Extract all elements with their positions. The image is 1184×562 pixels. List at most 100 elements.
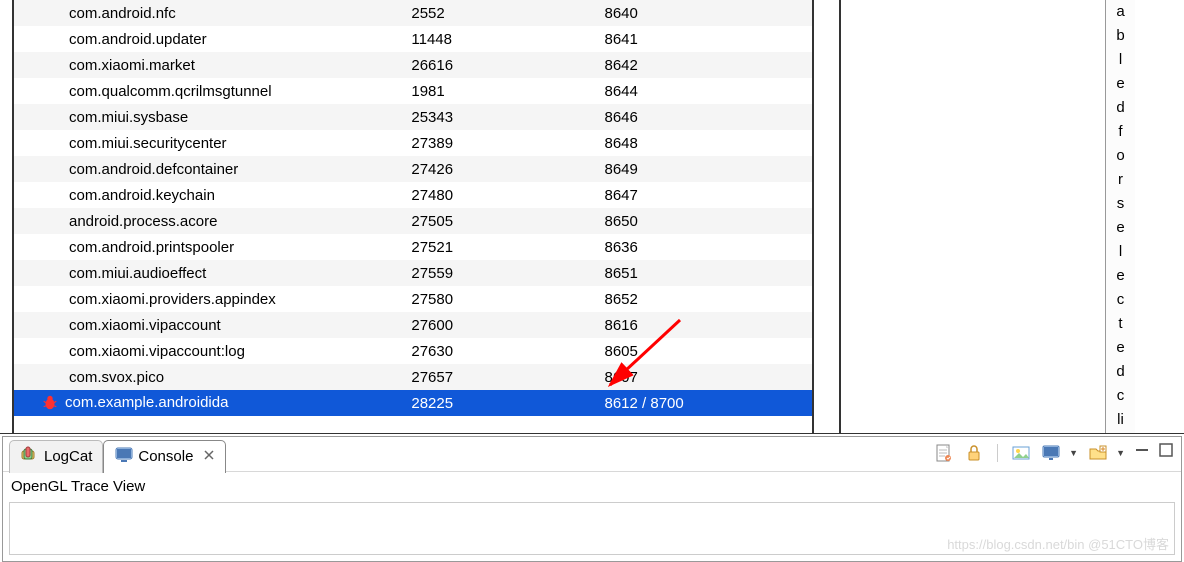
process-pid: 27657 bbox=[405, 364, 517, 390]
process-name: com.miui.securitycenter bbox=[69, 135, 227, 152]
process-name-cell: android.process.acore bbox=[14, 208, 405, 234]
process-port: 8607 bbox=[599, 364, 813, 390]
process-empty-cell bbox=[517, 312, 598, 338]
table-row[interactable]: com.android.nfc25528640 bbox=[14, 0, 812, 26]
console-content[interactable] bbox=[9, 502, 1175, 555]
process-name-cell: com.qualcomm.qcrilmsgtunnel bbox=[14, 78, 405, 104]
vertical-text-char: c bbox=[1106, 384, 1135, 408]
process-name: com.xiaomi.vipaccount:log bbox=[69, 343, 245, 360]
process-empty-cell bbox=[517, 52, 598, 78]
process-table[interactable]: com.android.nfc25528640com.android.updat… bbox=[14, 0, 812, 416]
right-vertical-label: abledforselectedclie bbox=[1105, 0, 1135, 433]
dropdown-caret-icon[interactable]: ▼ bbox=[1069, 448, 1078, 458]
vertical-text-char: e bbox=[1106, 336, 1135, 360]
process-empty-cell bbox=[517, 208, 598, 234]
table-row[interactable]: com.miui.securitycenter 27389 8648 bbox=[14, 130, 812, 156]
vertical-text-char: e bbox=[1106, 72, 1135, 96]
lock-icon[interactable] bbox=[964, 443, 984, 463]
process-port: 8647 bbox=[599, 182, 813, 208]
process-empty-cell bbox=[517, 104, 598, 130]
minimize-icon[interactable] bbox=[1135, 443, 1149, 463]
bug-icon bbox=[41, 394, 59, 412]
process-port: 8652 bbox=[599, 286, 813, 312]
table-row[interactable]: com.android.defcontainer274268649 bbox=[14, 156, 812, 182]
new-folder-icon[interactable] bbox=[1088, 443, 1108, 463]
picture-icon[interactable] bbox=[1011, 443, 1031, 463]
process-empty-cell bbox=[517, 286, 598, 312]
process-empty-cell bbox=[517, 338, 598, 364]
table-row[interactable]: com.xiaomi.providers.appindex275808652 bbox=[14, 286, 812, 312]
table-row[interactable]: android.process.acore27505 8650 bbox=[14, 208, 812, 234]
process-port: 8612 / 8700 bbox=[599, 390, 813, 416]
process-pid: 27630 bbox=[405, 338, 517, 364]
process-pid: 26616 bbox=[405, 52, 517, 78]
process-name: com.xiaomi.vipaccount bbox=[69, 317, 221, 334]
process-name-cell: com.xiaomi.market bbox=[14, 52, 405, 78]
process-port: 8640 bbox=[599, 0, 813, 26]
monitor-icon[interactable] bbox=[1041, 443, 1061, 463]
process-empty-cell bbox=[517, 390, 598, 416]
table-row[interactable]: com.miui.sysbase253438646 bbox=[14, 104, 812, 130]
process-name: com.miui.audioeffect bbox=[69, 265, 206, 282]
vertical-text-char: a bbox=[1106, 0, 1135, 24]
table-row[interactable]: com.svox.pico276578607 bbox=[14, 364, 812, 390]
vertical-text-char: li bbox=[1106, 408, 1135, 432]
bottom-panel: LogCat Console bbox=[2, 436, 1182, 562]
table-row[interactable]: com.android.keychain274808647 bbox=[14, 182, 812, 208]
tabs-bar: LogCat Console bbox=[3, 437, 1181, 471]
maximize-icon[interactable] bbox=[1159, 443, 1173, 463]
process-port: 8650 bbox=[599, 208, 813, 234]
process-name-cell: com.miui.audioeffect bbox=[14, 260, 405, 286]
process-name-cell: com.xiaomi.vipaccount bbox=[14, 312, 405, 338]
vertical-text-char: d bbox=[1106, 96, 1135, 120]
table-row[interactable]: com.xiaomi.market 26616 8642 bbox=[14, 52, 812, 78]
process-port: 8646 bbox=[599, 104, 813, 130]
process-table-pane[interactable]: com.android.nfc25528640com.android.updat… bbox=[14, 0, 814, 433]
process-port: 8648 bbox=[599, 130, 813, 156]
process-pid: 27521 bbox=[405, 234, 517, 260]
process-empty-cell bbox=[517, 78, 598, 104]
process-port: 8651 bbox=[599, 260, 813, 286]
process-port: 8641 bbox=[599, 26, 813, 52]
process-port: 8642 bbox=[599, 52, 813, 78]
pane-gap bbox=[814, 0, 839, 433]
table-row[interactable]: com.miui.audioeffect275598651 bbox=[14, 260, 812, 286]
table-row[interactable]: com.qualcomm.qcrilmsgtunnel19818644 bbox=[14, 78, 812, 104]
process-pid: 28225 bbox=[405, 390, 517, 416]
table-row[interactable]: com.android.updater114488641 bbox=[14, 26, 812, 52]
process-pid: 27426 bbox=[405, 156, 517, 182]
document-icon[interactable] bbox=[934, 443, 954, 463]
table-row[interactable]: com.example.androidida282258612 / 8700 bbox=[14, 390, 812, 416]
toolbar-divider bbox=[997, 444, 998, 462]
logcat-icon bbox=[20, 445, 40, 469]
table-row[interactable]: com.xiaomi.vipaccount:log276308605 bbox=[14, 338, 812, 364]
process-port: 8616 bbox=[599, 312, 813, 338]
vertical-text-char: d bbox=[1106, 360, 1135, 384]
tab-console-label: Console bbox=[138, 448, 193, 465]
vertical-text-char: r bbox=[1106, 168, 1135, 192]
vertical-text-char: l bbox=[1106, 240, 1135, 264]
dropdown-caret-icon[interactable]: ▼ bbox=[1116, 448, 1125, 458]
tab-logcat[interactable]: LogCat bbox=[9, 440, 103, 473]
vertical-text-char: e bbox=[1106, 264, 1135, 288]
process-name-cell: com.android.nfc bbox=[14, 0, 405, 26]
process-pid: 11448 bbox=[405, 26, 517, 52]
tab-console[interactable]: Console bbox=[103, 440, 226, 473]
left-gutter bbox=[0, 0, 14, 433]
process-name: com.miui.sysbase bbox=[69, 109, 188, 126]
tab-logcat-label: LogCat bbox=[44, 448, 92, 465]
process-name-cell: com.xiaomi.vipaccount:log bbox=[14, 338, 405, 364]
process-pid: 27389 bbox=[405, 130, 517, 156]
table-row[interactable]: com.android.printspooler275218636 bbox=[14, 234, 812, 260]
process-empty-cell bbox=[517, 182, 598, 208]
vertical-text-char: f bbox=[1106, 120, 1135, 144]
process-empty-cell bbox=[517, 260, 598, 286]
close-icon[interactable] bbox=[203, 449, 215, 464]
process-name: com.xiaomi.market bbox=[69, 57, 195, 74]
process-pid: 27505 bbox=[405, 208, 517, 234]
table-row[interactable]: com.xiaomi.vipaccount276008616 bbox=[14, 312, 812, 338]
process-name-cell: com.miui.securitycenter bbox=[14, 130, 405, 156]
process-empty-cell bbox=[517, 234, 598, 260]
process-name-cell: com.android.keychain bbox=[14, 182, 405, 208]
opengl-trace-view-label: OpenGL Trace View bbox=[3, 471, 1181, 501]
